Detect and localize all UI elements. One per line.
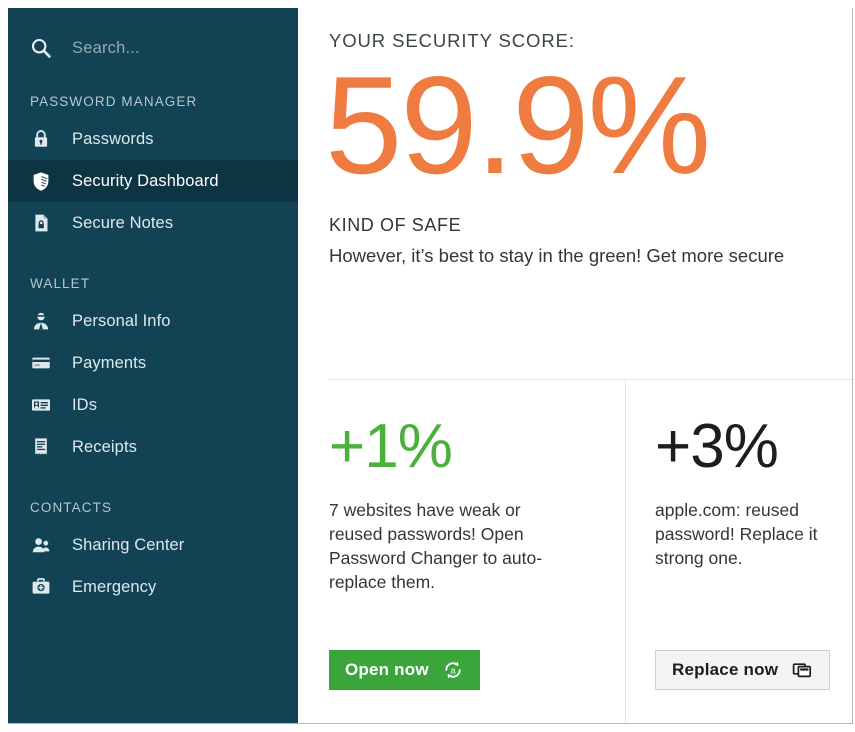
sidebar-item-label: Secure Notes (72, 213, 174, 232)
score-delta: +1% (329, 412, 453, 481)
sidebar-group-title: CONTACTS (30, 500, 113, 515)
padlock-icon (30, 128, 52, 150)
card-description: apple.com: reused password! Replace it s… (655, 500, 818, 569)
sidebar-group-wallet: WALLET Personal Info Payments IDs Receip… (8, 276, 298, 468)
medical-kit-icon (30, 576, 52, 598)
search-placeholder: Search... (72, 38, 140, 57)
card-description: 7 websites have weak or reused passwords… (329, 500, 543, 593)
receipt-icon (30, 436, 52, 458)
sidebar-item-label: Payments (72, 353, 147, 372)
sidebar-item-label: Emergency (72, 577, 157, 596)
button-label: Replace now (672, 660, 779, 679)
sidebar-item-label: IDs (72, 395, 98, 414)
sidebar-item-emergency[interactable]: Emergency (8, 566, 298, 608)
sidebar-item-sharing-center[interactable]: Sharing Center (8, 524, 298, 566)
main-content: YOUR SECURITY SCORE: 59.9% KIND OF SAFE … (298, 8, 852, 723)
sidebar-item-payments[interactable]: Payments (8, 342, 298, 384)
locked-note-icon (30, 212, 52, 234)
credit-card-icon (30, 352, 52, 374)
id-card-icon (30, 394, 52, 416)
svg-text:a: a (450, 665, 455, 675)
two-people-icon (30, 534, 52, 556)
sidebar-item-receipts[interactable]: Receipts (8, 426, 298, 468)
sidebar-item-label: Receipts (72, 437, 137, 456)
auto-change-password-icon: a (442, 659, 464, 681)
person-icon (30, 310, 52, 332)
sidebar-group-contacts: CONTACTS Sharing Center Emergency (8, 500, 298, 608)
sidebar-item-label: Passwords (72, 129, 154, 148)
search-input[interactable]: Search... (8, 28, 298, 68)
copy-window-icon (791, 659, 813, 681)
shield-icon (30, 170, 52, 192)
sidebar-group-title: WALLET (30, 276, 91, 291)
button-label: Open now (345, 660, 429, 679)
security-score-block: YOUR SECURITY SCORE: 59.9% KIND OF SAFE … (298, 8, 852, 267)
sidebar-item-secure-notes[interactable]: Secure Notes (8, 202, 298, 244)
open-now-button[interactable]: Open now a (329, 650, 480, 690)
recommendation-cards: +1% 7 websites have weak or reused passw… (298, 380, 852, 723)
sidebar-item-passwords[interactable]: Passwords (8, 118, 298, 160)
recommendation-card: +1% 7 websites have weak or reused passw… (298, 380, 626, 723)
replace-now-button[interactable]: Replace now (655, 650, 831, 690)
security-score-value: 59.9% (325, 48, 711, 203)
sidebar-item-label: Security Dashboard (72, 171, 219, 190)
recommendation-card: +3% apple.com: reused password! Replace … (626, 380, 852, 723)
sidebar-item-ids[interactable]: IDs (8, 384, 298, 426)
verdict-subtitle: However, it’s best to stay in the green!… (329, 245, 785, 266)
sidebar-item-personal-info[interactable]: Personal Info (8, 300, 298, 342)
sidebar-group-password-manager: PASSWORD MANAGER Passwords Security Dash… (8, 94, 298, 244)
sidebar-item-security-dashboard[interactable]: Security Dashboard (8, 160, 298, 202)
verdict-title: KIND OF SAFE (329, 215, 462, 235)
sidebar-item-label: Sharing Center (72, 535, 185, 554)
app-window: Search... PASSWORD MANAGER Passwords Sec… (8, 8, 853, 724)
sidebar-item-label: Personal Info (72, 311, 171, 330)
score-delta: +3% (655, 412, 779, 481)
sidebar-group-title: PASSWORD MANAGER (30, 94, 198, 109)
sidebar: Search... PASSWORD MANAGER Passwords Sec… (8, 8, 298, 723)
search-icon (30, 37, 52, 59)
